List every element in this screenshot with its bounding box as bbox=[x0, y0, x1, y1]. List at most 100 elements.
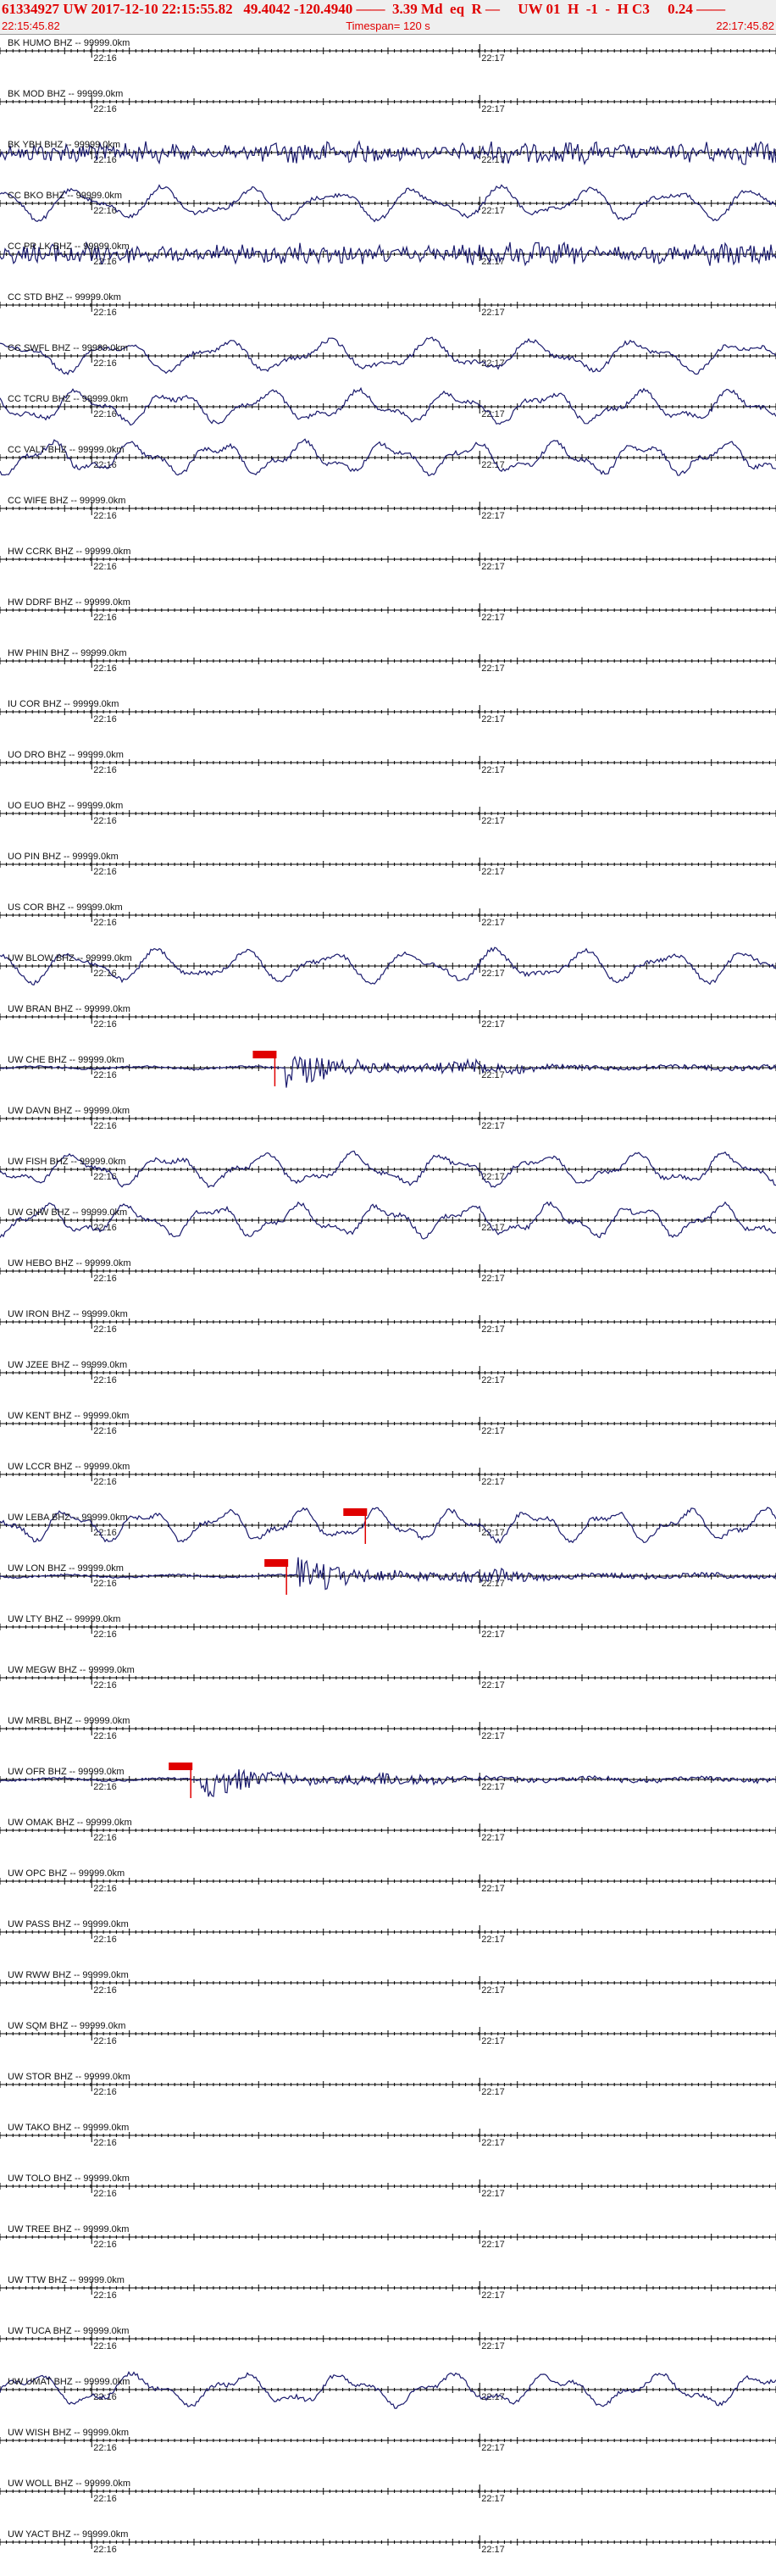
pick-marker-flag bbox=[169, 1763, 193, 1770]
channel-label: UW TAKO BHZ -- 99999.0km bbox=[8, 2123, 129, 2133]
time-mark-label: 22:16 bbox=[93, 816, 117, 826]
time-mark-label: 22:16 bbox=[93, 511, 117, 521]
channel-panel: 22:16 22:17 UW TUCA BHZ -- 99999.0km bbox=[0, 2326, 776, 2351]
time-mark-label: 22:17 bbox=[481, 460, 505, 470]
time-mark-label: 22:16 bbox=[93, 358, 117, 369]
channel-panel: 22:16 22:17 UO DRO BHZ -- 99999.0km bbox=[0, 750, 776, 775]
channel-label: UW GNW BHZ -- 99999.0km bbox=[8, 1208, 127, 1218]
time-mark-label: 22:16 bbox=[93, 1579, 117, 1589]
time-mark-label: 22:16 bbox=[93, 53, 117, 64]
time-mark-label: 22:16 bbox=[93, 867, 117, 877]
channel-label: UO EUO BHZ -- 99999.0km bbox=[8, 801, 123, 811]
channel-panel: 22:16 22:17 UW SQM BHZ -- 99999.0km bbox=[0, 2021, 776, 2046]
time-mark-label: 22:17 bbox=[481, 308, 505, 318]
channel-label: CC BKO BHZ -- 99999.0km bbox=[8, 191, 122, 201]
channel-panel: 22:16 22:17 BK MOD BHZ -- 99999.0km bbox=[0, 89, 776, 114]
time-mark-label: 22:16 bbox=[93, 1782, 117, 1792]
channel-label: UW PASS BHZ -- 99999.0km bbox=[8, 1919, 129, 1929]
time-mark-label: 22:17 bbox=[481, 1985, 505, 1996]
channel-panel: 22:16 22:17 UW RWW BHZ -- 99999.0km bbox=[0, 1970, 776, 1996]
time-mark-label: 22:16 bbox=[93, 2036, 117, 2046]
channel-panel: 22:16 22:17 UO PIN BHZ -- 99999.0km bbox=[0, 852, 776, 877]
channel-label: UW HEBO BHZ -- 99999.0km bbox=[8, 1258, 130, 1269]
time-mark-label: 22:16 bbox=[93, 308, 117, 318]
channel-panel: 22:16 22:17 UW OMAK BHZ -- 99999.0km bbox=[0, 1818, 776, 1843]
channel-panel: 22:16 22:17UW LEBA BHZ -- 99999.0km bbox=[0, 1507, 776, 1544]
channel-label: UW LCCR BHZ -- 99999.0km bbox=[8, 1462, 130, 1472]
channel-panel: 22:16 22:17 UW KENT BHZ -- 99999.0km bbox=[0, 1411, 776, 1436]
channel-label: CC PR LK BHZ -- 99999.0km bbox=[8, 242, 130, 252]
time-mark-label: 22:16 bbox=[93, 2138, 117, 2148]
time-mark-label: 22:16 bbox=[93, 1833, 117, 1843]
channel-panel: 22:16 22:17 UW LTY BHZ -- 99999.0km bbox=[0, 1614, 776, 1640]
channel-panel: 22:16 22:17 UO EUO BHZ -- 99999.0km bbox=[0, 801, 776, 826]
channel-label: UW LEBA BHZ -- 99999.0km bbox=[8, 1513, 128, 1523]
time-mark-label: 22:16 bbox=[93, 409, 117, 419]
channel-label: BK YBH BHZ -- 99999.0km bbox=[8, 140, 120, 150]
channel-label: IU COR BHZ -- 99999.0km bbox=[8, 699, 119, 709]
channel-label: UW TUCA BHZ -- 99999.0km bbox=[8, 2326, 129, 2336]
channel-panel: 22:16 22:17 UW BLOW BHZ -- 99999.0km bbox=[0, 947, 776, 985]
time-mark-label: 22:17 bbox=[481, 1680, 505, 1690]
channel-label: UW OFR BHZ -- 99999.0km bbox=[8, 1767, 125, 1777]
time-mark-label: 22:16 bbox=[93, 2545, 117, 2555]
channel-panel: 22:16 22:17 UW BRAN BHZ -- 99999.0km bbox=[0, 1004, 776, 1030]
time-mark-label: 22:16 bbox=[93, 2189, 117, 2199]
channel-panel: 22:16 22:17 UW TTW BHZ -- 99999.0km bbox=[0, 2275, 776, 2301]
channel-panel: 22:16 22:17 UW LCCR BHZ -- 99999.0km bbox=[0, 1462, 776, 1487]
time-mark-label: 22:17 bbox=[481, 2036, 505, 2046]
channel-panel: 22:16 22:17 UW YACT BHZ -- 99999.0km bbox=[0, 2529, 776, 2555]
event-title: 61334927 UW 2017-12-10 22:15:55.82 49.40… bbox=[2, 1, 726, 17]
time-mark-label: 22:17 bbox=[481, 1070, 505, 1080]
channel-label: UO DRO BHZ -- 99999.0km bbox=[8, 750, 124, 760]
time-mark-label: 22:17 bbox=[481, 562, 505, 572]
time-mark-label: 22:16 bbox=[93, 2240, 117, 2250]
pick-marker-flag bbox=[252, 1051, 277, 1058]
channel-panel: 22:16 22:17 UW OFR BHZ -- 99999.0km bbox=[0, 1763, 776, 1798]
channel-label: UW MEGW BHZ -- 99999.0km bbox=[8, 1665, 135, 1675]
channel-panel: 22:16 22:17 UW STOR BHZ -- 99999.0km bbox=[0, 2072, 776, 2097]
record-header: 61334927 UW 2017-12-10 22:15:55.82 49.40… bbox=[0, 0, 776, 35]
channel-label: UW TOLO BHZ -- 99999.0km bbox=[8, 2174, 130, 2184]
channel-panel: 22:16 22:17 UW MEGW BHZ -- 99999.0km bbox=[0, 1665, 776, 1690]
time-mark-label: 22:17 bbox=[481, 1629, 505, 1640]
channel-label: UW LTY BHZ -- 99999.0km bbox=[8, 1614, 120, 1624]
time-mark-label: 22:17 bbox=[481, 867, 505, 877]
channel-label: UW FISH BHZ -- 99999.0km bbox=[8, 1157, 125, 1167]
channel-label: UW RWW BHZ -- 99999.0km bbox=[8, 1970, 129, 1980]
time-mark-label: 22:17 bbox=[481, 2290, 505, 2301]
channel-panel: 22:16 22:17 UW PASS BHZ -- 99999.0km bbox=[0, 1919, 776, 1945]
channel-label: UO PIN BHZ -- 99999.0km bbox=[8, 852, 119, 862]
channel-panel: 22:16 22:17BK YBH BHZ -- 99999.0km bbox=[0, 140, 776, 166]
time-mark-label: 22:16 bbox=[93, 1019, 117, 1030]
time-mark-label: 22:17 bbox=[481, 1935, 505, 1945]
time-mark-label: 22:16 bbox=[93, 1935, 117, 1945]
channel-label: UW IRON BHZ -- 99999.0km bbox=[8, 1309, 128, 1319]
time-mark-label: 22:17 bbox=[481, 1019, 505, 1030]
pick-marker-flag bbox=[343, 1508, 368, 1516]
time-mark-label: 22:17 bbox=[481, 2443, 505, 2453]
channel-label: UW MRBL BHZ -- 99999.0km bbox=[8, 1716, 130, 1726]
channel-label: UW DAVN BHZ -- 99999.0km bbox=[8, 1106, 130, 1116]
channel-panel: 22:16 22:17 UW TOLO BHZ -- 99999.0km bbox=[0, 2174, 776, 2199]
seismogram-chart: 22:16 22:17BK HUMO BHZ -- 99999.0km22:16 2… bbox=[0, 38, 776, 2555]
timespan-label: Timespan= 120 s bbox=[346, 19, 430, 32]
time-mark-label: 22:16 bbox=[93, 1680, 117, 1690]
channel-label: UW JZEE BHZ -- 99999.0km bbox=[8, 1360, 127, 1370]
channel-panel: 22:16 22:17 UW WOLL BHZ -- 99999.0km bbox=[0, 2479, 776, 2504]
time-mark-label: 22:16 bbox=[93, 1629, 117, 1640]
time-mark-label: 22:16 bbox=[93, 1274, 117, 1284]
channel-panel: 22:16 22:17 UW GNW BHZ -- 99999.0km bbox=[0, 1201, 776, 1240]
time-mark-label: 22:17 bbox=[481, 2545, 505, 2555]
channel-panel: 22:16 22:17UW FISH BHZ -- 99999.0km bbox=[0, 1150, 776, 1189]
time-mark-label: 22:17 bbox=[481, 2087, 505, 2097]
time-mark-label: 22:17 bbox=[481, 104, 505, 114]
time-mark-label: 22:16 bbox=[93, 562, 117, 572]
channel-panel: 22:16 22:17 UW JZEE BHZ -- 99999.0km bbox=[0, 1360, 776, 1385]
time-mark-label: 22:17 bbox=[481, 1324, 505, 1335]
channel-label: US COR BHZ -- 99999.0km bbox=[8, 902, 123, 913]
time-mark-label: 22:16 bbox=[93, 1223, 117, 1233]
channel-panel: 22:16 22:17CC TCRU BHZ -- 99999.0km bbox=[0, 386, 776, 426]
time-mark-label: 22:17 bbox=[481, 2341, 505, 2351]
time-mark-label: 22:17 bbox=[481, 1274, 505, 1284]
